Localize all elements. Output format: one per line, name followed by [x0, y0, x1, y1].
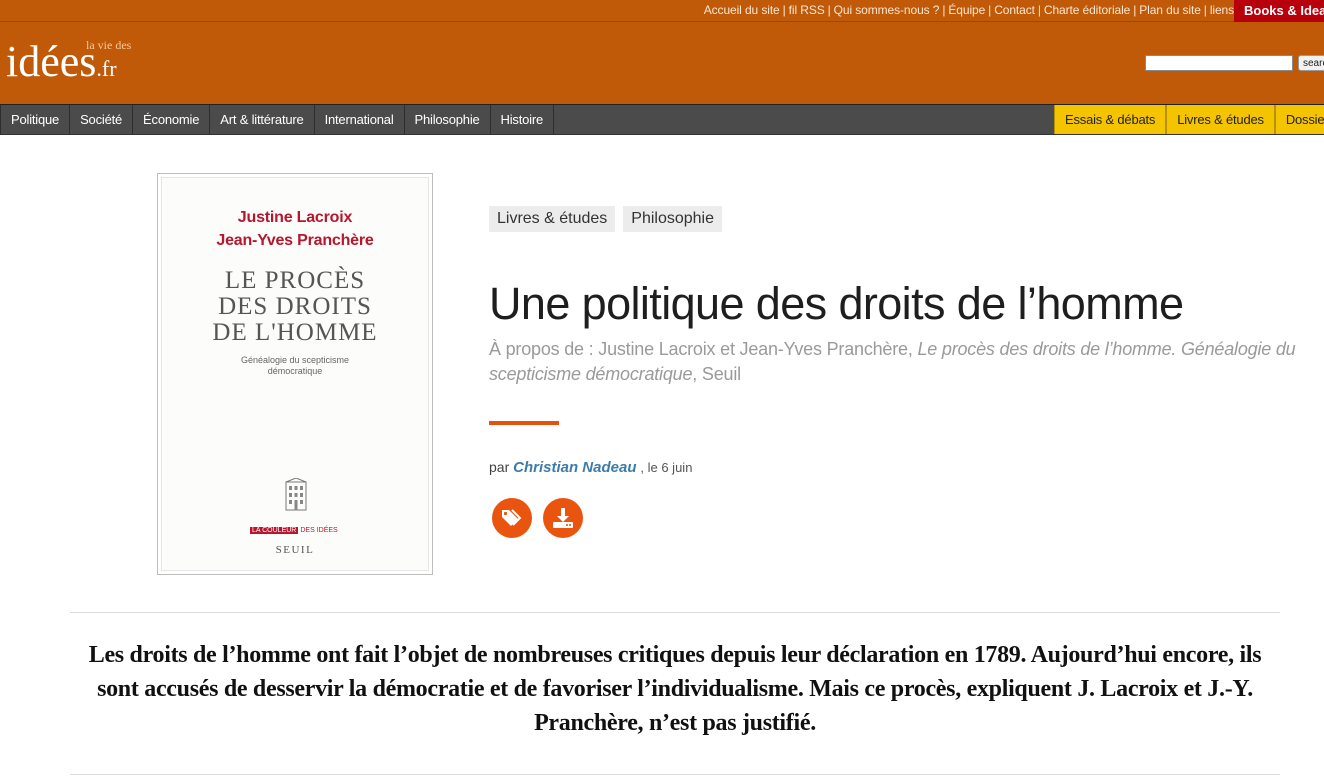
article-about: À propos de : Justine Lacroix et Jean-Yv… [489, 339, 1296, 384]
article-date: , le 6 juin [640, 460, 693, 475]
cover-subtitle: Généalogie du scepticisme démocratique [240, 355, 350, 376]
tag-livres-etudes[interactable]: Livres & études [489, 206, 616, 232]
article-title: Une politique des droits de l’homme [489, 278, 1184, 329]
top-link-charte[interactable]: Charte éditoriale [1044, 3, 1130, 17]
publisher-building-icon [285, 478, 307, 511]
download-button[interactable] [543, 498, 583, 538]
tags-icon [502, 509, 522, 526]
cover-authors: Justine Lacroix Jean-Yves Pranchère [216, 209, 374, 249]
top-link-contact[interactable]: Contact [994, 3, 1035, 17]
nav-item-societe[interactable]: Société [70, 105, 134, 134]
nav-item-philosophie[interactable]: Philosophie [405, 105, 491, 134]
top-links: Accueil du site | fil RSS | Qui sommes-nous … [703, 3, 1234, 17]
author-link[interactable]: Christian Nadeau [513, 459, 636, 476]
cover-title: LE PROCÈS DES DROITS DE L'HOMME [212, 267, 378, 346]
book-cover-inner: Justine Lacroix Jean-Yves Pranchère LE P… [161, 177, 429, 571]
books-ideas-link[interactable]: Books & Ideas [1234, 0, 1324, 22]
site-header: Accueil du site | fil RSS | Qui sommes-nous … [0, 0, 1324, 104]
nav-item-essais-debats[interactable]: Essais & débats [1054, 105, 1167, 134]
divider-bottom [70, 774, 1280, 775]
top-links-bar: Accueil du site | fil RSS | Qui sommes-nous … [0, 0, 1324, 22]
main-nav: Politique Société Économie Art & littéra… [0, 104, 1324, 135]
accent-divider [489, 421, 559, 425]
site-logo[interactable]: la vie des idées.fr [6, 30, 166, 96]
nav-item-politique[interactable]: Politique [0, 105, 71, 134]
top-link-equipe[interactable]: Équipe [948, 3, 985, 17]
cover-collection: LA COULEUR DES IDÉES [250, 527, 338, 534]
download-icon [553, 508, 573, 528]
search-button[interactable]: search [1298, 55, 1324, 71]
nav-item-histoire[interactable]: Histoire [491, 105, 554, 134]
top-link-liens[interactable]: liens [1210, 3, 1234, 17]
book-cover[interactable]: Justine Lacroix Jean-Yves Pranchère LE P… [157, 173, 433, 575]
top-link-accueil[interactable]: Accueil du site [704, 3, 780, 17]
top-link-qui-sommes-nous[interactable]: Qui sommes-nous ? [834, 3, 940, 17]
article-tags: Livres & études Philosophie [489, 206, 723, 232]
nav-item-economie[interactable]: Économie [133, 105, 211, 134]
tag-philosophie[interactable]: Philosophie [623, 206, 723, 232]
top-link-rss[interactable]: fil RSS [789, 3, 825, 17]
byline: par Christian Nadeau , le 6 juin [489, 459, 693, 476]
nav-item-dossiers[interactable]: Dossiers [1274, 105, 1324, 134]
search-input[interactable] [1145, 55, 1293, 71]
article-lead: Les droits de l’homme ont fait l’objet d… [88, 642, 1262, 736]
cover-publisher: SEUIL [275, 544, 315, 556]
nav-item-international[interactable]: International [315, 105, 405, 134]
nav-sections: Politique Société Économie Art & littéra… [0, 105, 554, 134]
tags-button[interactable] [492, 498, 532, 538]
nav-item-livres-etudes[interactable]: Livres & études [1166, 105, 1275, 134]
logo-text: idées.fr [6, 37, 117, 86]
nav-item-art-litterature[interactable]: Art & littérature [210, 105, 315, 134]
nav-rubriques: Essais & débats Livres & études Dossiers [1054, 105, 1324, 134]
divider-top [70, 612, 1280, 613]
top-link-plan[interactable]: Plan du site [1139, 3, 1201, 17]
